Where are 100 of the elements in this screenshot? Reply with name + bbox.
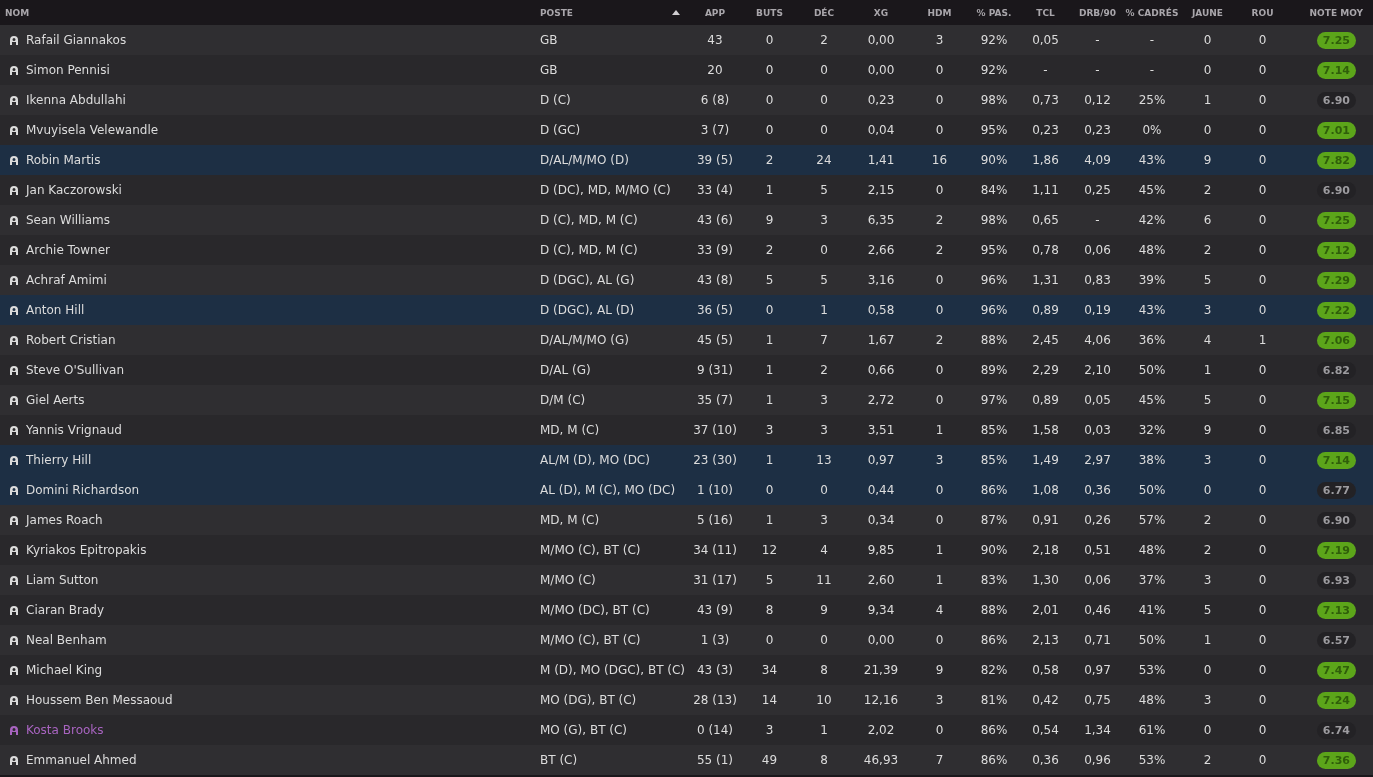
table-cell-text: 83% [979, 573, 1009, 587]
table-cell-text: 1 [819, 723, 829, 737]
table-row[interactable]: Houssem Ben Messaoud MO (DG), BT (C) 28 (13) 14 10 12,16 3 81% 0,42 0,75 48% 3 0 7.24 [0, 685, 1373, 715]
table-row[interactable]: Michael King M (D), MO (DGC), BT (C) 43 (3) 34 8 21,39 9 82% 0,58 0,97 53% 0 0 7.47 [0, 655, 1373, 685]
player-name[interactable]: Neal Benham [26, 633, 107, 647]
table-cell-text: 0 [1257, 693, 1268, 707]
table-cell-text: 96% [979, 303, 1009, 317]
table-cell-text: 55 (1) [695, 753, 735, 767]
table-row[interactable]: Simon Pennisi GB 20 0 0 0,00 0 92% - - - 0 0 7.14 [0, 55, 1373, 85]
table-cell-text: 0 [1257, 723, 1268, 737]
player-name[interactable]: Anton Hill [26, 303, 85, 317]
player-name[interactable]: Ikenna Abdullahi [26, 93, 126, 107]
table-cell-text: 90% [979, 543, 1009, 557]
player-name[interactable]: Liam Sutton [26, 573, 99, 587]
table-row[interactable]: Kosta Brooks MO (G), BT (C) 0 (14) 3 1 2,02 0 86% 0,54 1,34 61% 0 0 6.74 [0, 715, 1373, 745]
column-header[interactable]: TCL [1020, 0, 1071, 25]
person-icon [9, 65, 19, 75]
table-row[interactable]: Jan Kaczorowski D (DC), MD, M/MO (C) 33 (4) 1 5 2,15 0 84% 1,11 0,25 45% 2 0 6.90 [0, 175, 1373, 205]
rating-badge: 7.19 [1316, 541, 1356, 559]
player-name[interactable]: Robert Cristian [26, 333, 116, 347]
player-name[interactable]: Steve O'Sullivan [26, 363, 125, 377]
table-cell-text: 0 [934, 393, 945, 407]
column-header[interactable]: % PAS. [968, 0, 1020, 25]
table-row[interactable]: Neal Benham M/MO (C), BT (C) 1 (3) 0 0 0,00 0 86% 2,13 0,71 50% 1 0 6.57 [0, 625, 1373, 655]
table-cell-text: 3 [764, 423, 775, 437]
player-name[interactable]: Kosta Brooks [26, 723, 104, 737]
player-name[interactable]: Sean Williams [26, 213, 110, 227]
person-icon [9, 305, 19, 315]
table-row[interactable]: James Roach MD, M (C) 5 (16) 1 3 0,34 0 87% 0,91 0,26 57% 2 0 6.90 [0, 505, 1373, 535]
rating-badge: 6.77 [1316, 481, 1356, 499]
table-row[interactable]: Mvuyisela Velewandle D (GC) 3 (7) 0 0 0,04 0 95% 0,23 0,23 0% 0 0 7.01 [0, 115, 1373, 145]
column-header[interactable]: DÉC [797, 0, 851, 25]
column-header[interactable]: JAUNE [1180, 0, 1235, 25]
table-row[interactable]: Archie Towner D (C), MD, M (C) 33 (9) 2 0 2,66 2 95% 0,78 0,06 48% 2 0 7.12 [0, 235, 1373, 265]
table-row[interactable]: Rafail Giannakos GB 43 0 2 0,00 3 92% 0,05 - - 0 0 7.25 [0, 25, 1373, 55]
player-name[interactable]: Houssem Ben Messaoud [26, 693, 173, 707]
player-name[interactable]: Robin Martis [26, 153, 101, 167]
column-header[interactable]: ROU [1235, 0, 1290, 25]
player-name[interactable]: Mvuyisela Velewandle [26, 123, 159, 137]
table-cell-text: 4 [819, 543, 829, 557]
player-name[interactable]: Achraf Amimi [26, 273, 107, 287]
column-header[interactable]: APP [688, 0, 742, 25]
table-row[interactable]: Domini Richardson AL (D), M (C), MO (DC) 1 (10) 0 0 0,44 0 86% 1,08 0,36 50% 0 0 6.77 [0, 475, 1373, 505]
rating-badge: 7.29 [1316, 271, 1356, 289]
table-cell-text: 1 [764, 393, 775, 407]
column-header[interactable]: NOM [0, 0, 530, 25]
table-cell-text: 2 [934, 333, 945, 347]
player-name[interactable]: Thierry Hill [26, 453, 92, 467]
player-name[interactable]: Emmanuel Ahmed [26, 753, 137, 767]
player-name[interactable]: Archie Towner [26, 243, 110, 257]
table-cell-text: D/AL/M/MO (D) [539, 153, 630, 167]
table-cell-text: 43% [1137, 153, 1167, 167]
table-row[interactable]: Kyriakos Epitropakis M/MO (C), BT (C) 34 (11) 12 4 9,85 1 90% 2,18 0,51 48% 2 0 7.19 [0, 535, 1373, 565]
player-name[interactable]: Yannis Vrignaud [26, 423, 122, 437]
table-cell-text: 9 [764, 213, 775, 227]
player-name[interactable]: Ciaran Brady [26, 603, 104, 617]
column-header[interactable]: NOTE MOY [1290, 0, 1373, 25]
player-name[interactable]: Michael King [26, 663, 103, 677]
table-row[interactable]: Yannis Vrignaud MD, M (C) 37 (10) 3 3 3,51 1 85% 1,58 0,03 32% 9 0 6.85 [0, 415, 1373, 445]
table-row[interactable]: Ciaran Brady M/MO (DC), BT (C) 43 (9) 8 9 9,34 4 88% 2,01 0,46 41% 5 0 7.13 [0, 595, 1373, 625]
table-row[interactable]: Robert Cristian D/AL/M/MO (G) 45 (5) 1 7 1,67 2 88% 2,45 4,06 36% 4 1 7.06 [0, 325, 1373, 355]
table-row[interactable]: Achraf Amimi D (DGC), AL (G) 43 (8) 5 5 3,16 0 96% 1,31 0,83 39% 5 0 7.29 [0, 265, 1373, 295]
column-header[interactable]: XG [851, 0, 911, 25]
table-cell-text: 36% [1137, 333, 1167, 347]
column-header[interactable]: POSTE [530, 0, 688, 25]
table-row[interactable]: Steve O'Sullivan D/AL (G) 9 (31) 1 2 0,66 0 89% 2,29 2,10 50% 1 0 6.82 [0, 355, 1373, 385]
player-name[interactable]: Simon Pennisi [26, 63, 110, 77]
player-name[interactable]: Kyriakos Epitropakis [26, 543, 147, 557]
table-cell-text: 43 (9) [695, 603, 735, 617]
table-cell-text: 2,66 [866, 243, 896, 257]
table-row[interactable]: Ikenna Abdullahi D (C) 6 (8) 0 0 0,23 0 98% 0,73 0,12 25% 1 0 6.90 [0, 85, 1373, 115]
table-row[interactable]: Emmanuel Ahmed BT (C) 55 (1) 49 8 46,93 7 86% 0,36 0,96 53% 2 0 7.36 [0, 745, 1373, 775]
player-name[interactable]: Rafail Giannakos [26, 33, 127, 47]
table-cell-text: 0,05 [1083, 393, 1112, 407]
table-cell-text: AL (D), M (C), MO (DC) [539, 483, 677, 497]
table-cell-text: 0% [1141, 123, 1163, 137]
table-row[interactable]: Robin Martis D/AL/M/MO (D) 39 (5) 2 24 1,41 16 90% 1,86 4,09 43% 9 0 7.82 [0, 145, 1373, 175]
player-name[interactable]: Giel Aerts [26, 393, 85, 407]
table-cell-text: 2 [819, 33, 829, 47]
rating-badge: 7.25 [1316, 31, 1356, 49]
column-header[interactable]: HDM [911, 0, 968, 25]
column-header[interactable]: BUTS [742, 0, 797, 25]
column-header[interactable]: DRB/90 [1071, 0, 1124, 25]
table-row[interactable]: Giel Aerts D/M (C) 35 (7) 1 3 2,72 0 97% 0,89 0,05 45% 5 0 7.15 [0, 385, 1373, 415]
table-row[interactable]: Sean Williams D (C), MD, M (C) 43 (6) 9 3 6,35 2 98% 0,65 - 42% 6 0 7.25 [0, 205, 1373, 235]
player-name[interactable]: Domini Richardson [26, 483, 140, 497]
table-row[interactable]: Thierry Hill AL/M (D), MO (DC) 23 (30) 1 13 0,97 3 85% 1,49 2,97 38% 3 0 7.14 [0, 445, 1373, 475]
table-cell-text: 0,89 [1031, 393, 1060, 407]
table-row[interactable]: Anton Hill D (DGC), AL (D) 36 (5) 0 1 0,58 0 96% 0,89 0,19 43% 3 0 7.22 [0, 295, 1373, 325]
column-header[interactable]: % CADRÉS [1124, 0, 1180, 25]
table-cell-text: - [1148, 33, 1156, 47]
table-cell-text: 31 (17) [692, 573, 738, 587]
table-cell-text: 2 [764, 243, 775, 257]
table-cell-text: 1 [1257, 333, 1268, 347]
player-name[interactable]: Jan Kaczorowski [26, 183, 122, 197]
table-cell-text: 43 [706, 33, 724, 47]
table-row[interactable]: Liam Sutton M/MO (C) 31 (17) 5 11 2,60 1 83% 1,30 0,06 37% 3 0 6.93 [0, 565, 1373, 595]
player-name[interactable]: James Roach [26, 513, 103, 527]
table-cell-text: 2 [1202, 753, 1213, 767]
table-cell-text: 0 [1257, 273, 1268, 287]
